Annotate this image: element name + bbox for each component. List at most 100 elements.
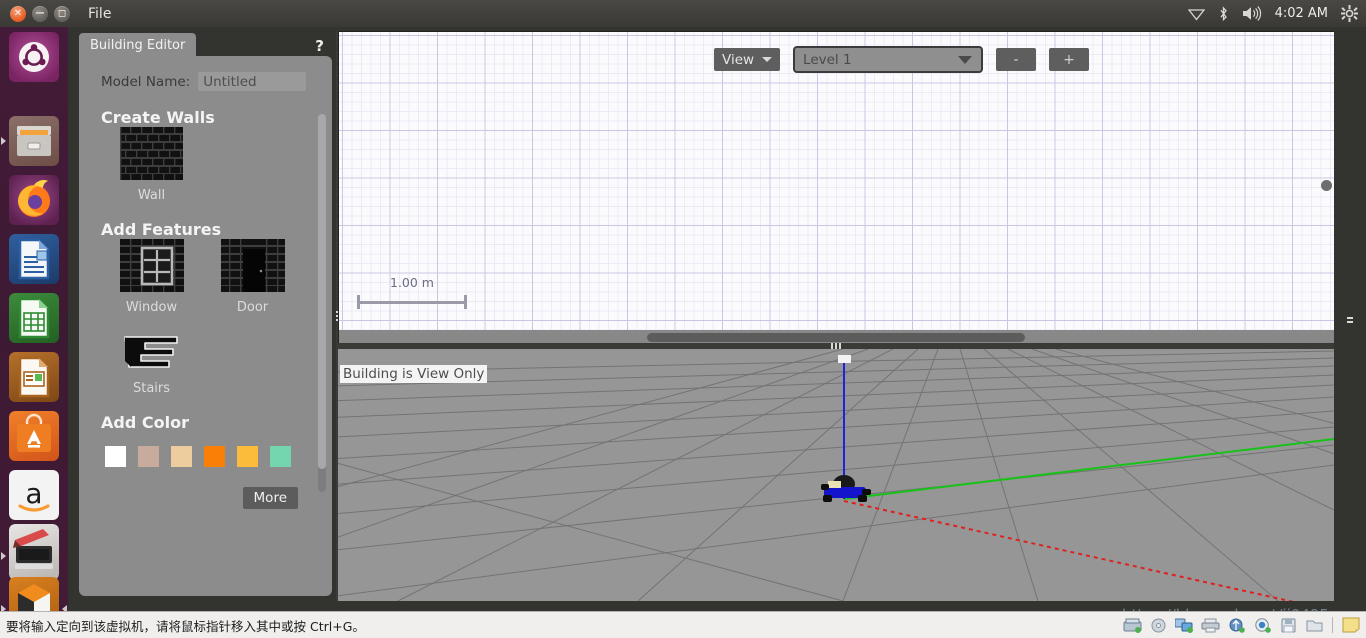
usb-icon[interactable] bbox=[1225, 616, 1247, 634]
wall-tool[interactable]: Wall bbox=[101, 127, 202, 203]
window-label: Window bbox=[126, 300, 177, 315]
vm-device-tray bbox=[1121, 616, 1362, 634]
right-dock-edge[interactable] bbox=[1334, 27, 1366, 612]
color-swatch-sand[interactable] bbox=[171, 446, 192, 467]
color-swatch-mint[interactable] bbox=[270, 446, 291, 467]
hard-disk-icon[interactable] bbox=[1121, 616, 1143, 634]
add-features-items: Window bbox=[101, 239, 332, 315]
building-editor-2d-view[interactable]: View Level 1 - + 1.00 m bbox=[338, 31, 1336, 345]
window-tool[interactable]: Window bbox=[101, 239, 202, 315]
splitter-grip bbox=[1347, 317, 1353, 323]
files-icon[interactable] bbox=[9, 116, 59, 166]
zoom-in-button[interactable]: + bbox=[1049, 48, 1089, 71]
building-editor-body: Model Name: Create Walls bbox=[79, 56, 332, 596]
chevron-down-icon bbox=[958, 56, 972, 64]
shared-folder-icon[interactable] bbox=[1303, 616, 1325, 634]
vm-status-bar: 要将输入定向到该虚拟机，请将鼠标指针移入其中或按 Ctrl+G。 bbox=[0, 611, 1366, 638]
level-value: Level 1 bbox=[803, 52, 852, 68]
door-tool[interactable]: Door bbox=[202, 239, 303, 315]
section-title-add-color: Add Color bbox=[101, 413, 332, 432]
door-label: Door bbox=[237, 300, 268, 315]
panel-scrollbar[interactable] bbox=[318, 114, 326, 492]
stairs-icon bbox=[121, 333, 183, 373]
chevron-down-icon bbox=[762, 57, 772, 62]
wall-icon bbox=[120, 127, 183, 180]
stairs-label: Stairs bbox=[133, 381, 170, 396]
scale-bar: 1.00 m bbox=[357, 275, 467, 309]
note-icon[interactable] bbox=[1340, 616, 1362, 634]
panel-scrollbar-thumb[interactable] bbox=[318, 114, 326, 469]
libreoffice-calc-icon[interactable] bbox=[9, 293, 59, 343]
gazebo-window: Building Editor ? Model Name: Create Wal… bbox=[68, 27, 1366, 612]
more-button[interactable]: More bbox=[243, 487, 298, 509]
volume-icon[interactable] bbox=[1242, 6, 1262, 21]
view2d-scroll-handle[interactable] bbox=[1321, 180, 1332, 191]
section-title-create-walls: Create Walls bbox=[101, 108, 332, 127]
view-only-banner: Building is View Only bbox=[340, 365, 487, 383]
bluetooth-icon[interactable] bbox=[1218, 6, 1229, 22]
view-menu-label: View bbox=[722, 52, 754, 68]
launcher-indicator bbox=[1, 137, 6, 144]
view2d-horizontal-scrollbar[interactable] bbox=[339, 330, 1335, 344]
unity-launcher: a bbox=[0, 27, 69, 638]
help-icon[interactable]: ? bbox=[315, 37, 324, 55]
minimize-button[interactable]: − bbox=[32, 6, 48, 22]
scale-bar-graphic bbox=[357, 295, 467, 309]
ground-grid bbox=[338, 349, 1334, 601]
tab-building-editor[interactable]: Building Editor bbox=[79, 33, 196, 57]
libreoffice-writer-icon[interactable] bbox=[9, 234, 59, 284]
ubuntu-software-icon[interactable] bbox=[9, 411, 59, 461]
view2d-toolbar: View Level 1 - + bbox=[714, 46, 1089, 73]
color-swatch-orange[interactable] bbox=[204, 446, 225, 467]
view2d-hscroll-thumb[interactable] bbox=[647, 333, 1025, 342]
firefox-icon[interactable] bbox=[9, 175, 59, 225]
desktop-root: ✕ − ◻ File 4:02 AM bbox=[0, 0, 1366, 638]
model-name-label: Model Name: bbox=[101, 74, 190, 90]
view-menu-button[interactable]: View bbox=[714, 48, 780, 71]
top-panel: ✕ − ◻ File 4:02 AM bbox=[0, 0, 1366, 28]
stairs-tool[interactable]: Stairs bbox=[101, 333, 202, 396]
libreoffice-impress-icon[interactable] bbox=[9, 352, 59, 402]
gazebo-3d-viewport[interactable]: Building is View Only bbox=[338, 349, 1334, 601]
axis-z-handle bbox=[838, 355, 851, 363]
network-icon[interactable] bbox=[1173, 616, 1195, 634]
color-swatch-white[interactable] bbox=[105, 446, 126, 467]
wall-label: Wall bbox=[138, 188, 165, 203]
create-walls-items: Wall bbox=[101, 127, 332, 203]
stairs-items: Stairs bbox=[101, 333, 332, 396]
floppy-icon[interactable] bbox=[1277, 616, 1299, 634]
amazon-icon[interactable]: a bbox=[9, 470, 59, 520]
model-name-row: Model Name: bbox=[101, 72, 332, 91]
tray-divider bbox=[1332, 617, 1333, 633]
model-name-input[interactable] bbox=[198, 72, 306, 91]
color-swatch-taupe[interactable] bbox=[138, 446, 159, 467]
level-combobox[interactable]: Level 1 bbox=[793, 46, 983, 73]
close-button[interactable]: ✕ bbox=[10, 6, 26, 22]
status-message: 要将输入定向到该虚拟机，请将鼠标指针移入其中或按 Ctrl+G。 bbox=[6, 616, 365, 635]
color-swatches bbox=[105, 446, 332, 467]
section-title-add-features: Add Features bbox=[101, 220, 332, 239]
dock-tab-row: Building Editor ? bbox=[72, 31, 334, 57]
clock[interactable]: 4:02 AM bbox=[1275, 6, 1328, 21]
menu-file[interactable]: File bbox=[88, 6, 111, 22]
gear-icon[interactable] bbox=[1341, 5, 1358, 22]
cd-drive-icon[interactable] bbox=[1147, 616, 1169, 634]
launcher-indicator bbox=[1, 552, 6, 559]
svg-text:a: a bbox=[25, 477, 42, 510]
system-settings-icon[interactable] bbox=[9, 524, 59, 580]
printer-icon[interactable] bbox=[1199, 616, 1221, 634]
ubuntu-dash-icon[interactable] bbox=[9, 32, 59, 82]
window-icon bbox=[120, 239, 184, 292]
zoom-out-button[interactable]: - bbox=[996, 48, 1036, 71]
wifi-icon[interactable] bbox=[1188, 7, 1205, 21]
sound-icon[interactable] bbox=[1251, 616, 1273, 634]
grid-background bbox=[339, 32, 1335, 344]
building-editor-panel: Building Editor ? Model Name: Create Wal… bbox=[72, 31, 334, 601]
more-row: More bbox=[79, 487, 298, 509]
scale-label: 1.00 m bbox=[357, 275, 467, 290]
door-icon bbox=[221, 239, 285, 292]
color-swatch-amber[interactable] bbox=[237, 446, 258, 467]
maximize-button[interactable]: ◻ bbox=[54, 6, 70, 22]
window-controls: ✕ − ◻ bbox=[10, 6, 70, 22]
system-tray: 4:02 AM bbox=[1188, 0, 1358, 27]
